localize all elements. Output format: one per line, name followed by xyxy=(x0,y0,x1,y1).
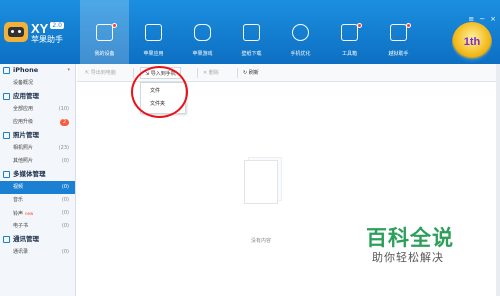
sidebar-item-ringtones[interactable]: 铃声 new (0) xyxy=(0,207,75,220)
sidebar-item-label: 全部应用 xyxy=(13,106,34,112)
nav-label: 壁纸下载 xyxy=(241,51,262,57)
photo-icon xyxy=(3,132,10,139)
nav-apple-apps[interactable]: 苹果应用 xyxy=(129,0,178,64)
sidebar-item-label: 应用升级 xyxy=(13,119,34,125)
sidebar: iPhone ▾ 设备概况 应用管理 全部应用 (10) 应用升级 2 照片管理… xyxy=(0,64,76,296)
sidebar-item-label: 音乐 xyxy=(13,197,24,203)
sidebar-item-all-apps[interactable]: 全部应用 (10) xyxy=(0,103,75,116)
delete-button[interactable]: ✕ 删除 xyxy=(203,67,219,79)
nav-optimize[interactable]: 手机优化 xyxy=(276,0,325,64)
sidebar-item-label: 相机照片 xyxy=(13,145,34,151)
sidebar-item-other-photos[interactable]: 其他照片 (0) xyxy=(0,155,75,168)
sidebar-item-music[interactable]: 音乐 (0) xyxy=(0,194,75,207)
item-count: (0) xyxy=(61,249,69,255)
apps-icon xyxy=(145,24,162,41)
sidebar-item-app-upgrade[interactable]: 应用升级 2 xyxy=(0,116,75,129)
export-to-pc-button[interactable]: ⇱ 导出到电脑 xyxy=(85,67,116,79)
close-icon[interactable]: × xyxy=(490,15,496,23)
gamepad-icon xyxy=(194,24,211,41)
brand: XY 2.0 苹果助手 xyxy=(31,22,64,44)
sidebar-item-label: 通讯录 xyxy=(13,249,29,255)
sidebar-item-camera-photos[interactable]: 相机照片 (23) xyxy=(0,142,75,155)
anniversary-badge[interactable]: 1th xyxy=(452,22,492,62)
item-count: (0) xyxy=(61,210,69,216)
sidebar-section-media[interactable]: 多媒体管理 xyxy=(0,168,75,181)
item-count: (10) xyxy=(58,106,69,112)
chat-icon xyxy=(3,236,10,243)
sidebar-item-address-book[interactable]: 通讯录 (0) xyxy=(0,246,75,259)
sidebar-item-label: 应用管理 xyxy=(13,92,39,100)
nav-toolbox[interactable]: 工具箱 xyxy=(325,0,374,64)
minimize-icon[interactable]: − xyxy=(479,15,485,23)
empty-state-text: 没有内容 xyxy=(250,238,271,244)
refresh-button[interactable]: ↻ 刷新 xyxy=(243,67,259,79)
sidebar-item-label: 其他照片 xyxy=(13,158,34,164)
exit-icon xyxy=(390,24,407,41)
item-count: (0) xyxy=(61,158,69,164)
top-header: XY 2.0 苹果助手 我的设备 苹果应用 苹果游戏 壁纸下载 手机优化 工具箱… xyxy=(0,0,500,64)
grid-icon xyxy=(3,93,10,100)
update-badge: 2 xyxy=(60,119,69,126)
nav-apple-games[interactable]: 苹果游戏 xyxy=(178,0,227,64)
brand-logo-text: XY xyxy=(31,21,49,36)
sidebar-item-label: 铃声 xyxy=(13,211,24,217)
brand-version: 2.0 xyxy=(50,22,64,29)
sidebar-section-apps[interactable]: 应用管理 xyxy=(0,90,75,103)
item-count: (0) xyxy=(61,223,69,229)
nav-label: 工具箱 xyxy=(341,51,357,57)
sidebar-section-contacts[interactable]: 通讯管理 xyxy=(0,233,75,246)
toolbar-divider xyxy=(237,68,238,78)
watermark-title: 百科全说 xyxy=(366,226,454,250)
sidebar-item-label: 照片管理 xyxy=(13,131,39,139)
notification-dot xyxy=(357,23,362,28)
media-icon xyxy=(3,171,10,178)
sidebar-item-label: 通讯管理 xyxy=(13,235,39,243)
plus-circle-icon xyxy=(292,24,309,41)
sidebar-section-photos[interactable]: 照片管理 xyxy=(0,129,75,142)
sidebar-item-label: 视频 xyxy=(13,184,24,190)
sidebar-item-video[interactable]: 视频 (0) xyxy=(0,181,75,194)
nav-label: 苹果游戏 xyxy=(192,51,213,57)
nav-my-device[interactable]: 我的设备 xyxy=(80,0,129,64)
annotation-circle xyxy=(131,66,188,118)
brand-name: 苹果助手 xyxy=(31,35,63,44)
empty-document-icon xyxy=(244,160,278,204)
nav-label: 我的设备 xyxy=(94,51,115,57)
sidebar-item-label: 多媒体管理 xyxy=(13,170,46,178)
scrollbar-track[interactable] xyxy=(496,64,500,296)
nav-label: 苹果应用 xyxy=(143,51,164,57)
nav-label: 越狱助手 xyxy=(388,51,409,57)
button-label: 导出到电脑 xyxy=(90,70,116,76)
new-badge: new xyxy=(25,211,34,216)
sidebar-item-label: 电子书 xyxy=(13,223,29,229)
button-label: 删除 xyxy=(208,70,219,76)
toolbar-divider xyxy=(197,68,198,78)
app-logo xyxy=(4,22,28,42)
logo-eye xyxy=(11,30,14,33)
phone-icon xyxy=(3,67,10,74)
toolbox-icon xyxy=(341,24,358,41)
logo-face xyxy=(8,27,24,37)
logo-eye xyxy=(18,30,21,33)
sidebar-device[interactable]: iPhone ▾ xyxy=(0,64,75,77)
toolbar-divider xyxy=(133,68,134,78)
nav-label: 手机优化 xyxy=(290,51,311,57)
phone-icon xyxy=(96,24,113,41)
main-nav: 我的设备 苹果应用 苹果游戏 壁纸下载 手机优化 工具箱 越狱助手 xyxy=(80,0,423,64)
item-count: (0) xyxy=(61,197,69,203)
item-count: (23) xyxy=(58,145,69,151)
sidebar-item-ebooks[interactable]: 电子书 (0) xyxy=(0,220,75,233)
image-icon xyxy=(243,24,260,41)
watermark-subtitle: 助你轻松解决 xyxy=(372,251,444,264)
sidebar-item-overview[interactable]: 设备概况 xyxy=(0,77,75,90)
notification-dot xyxy=(406,23,411,28)
sidebar-item-label: 设备概况 xyxy=(13,80,34,86)
nav-wallpaper[interactable]: 壁纸下载 xyxy=(227,0,276,64)
button-label: 刷新 xyxy=(248,70,259,76)
item-count: (0) xyxy=(61,184,69,190)
nav-jailbreak[interactable]: 越狱助手 xyxy=(374,0,423,64)
chevron-down-icon: ▾ xyxy=(67,67,70,73)
device-name: iPhone xyxy=(13,66,39,74)
notification-dot xyxy=(112,23,117,28)
